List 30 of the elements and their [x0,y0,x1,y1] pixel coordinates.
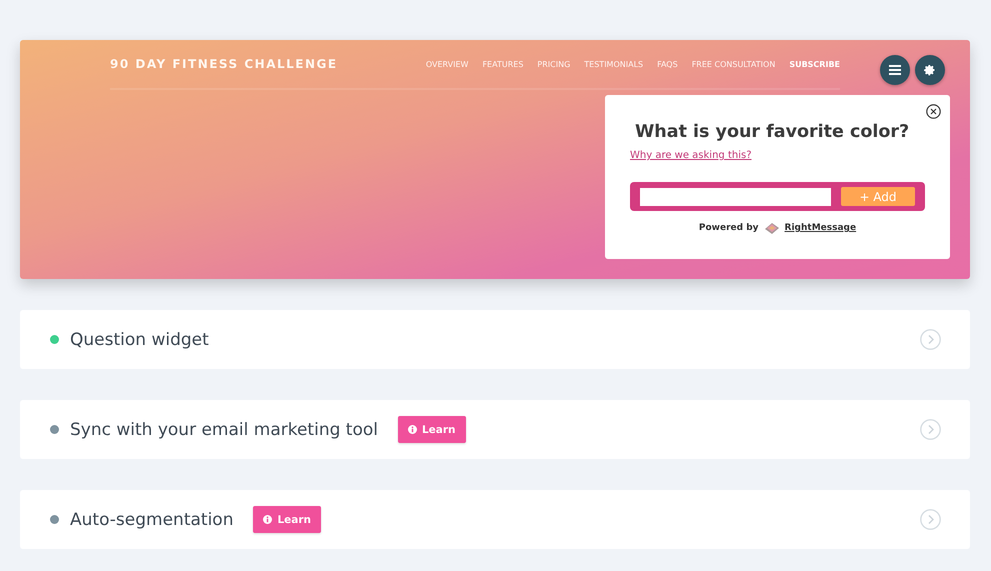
brand-link[interactable]: RightMessage [784,223,856,233]
feature-row[interactable]: Auto-segmentation Learn [20,490,970,549]
menu-button[interactable] [880,55,910,85]
settings-icon [924,64,936,76]
site-title: 90 DAY FITNESS CHALLENGE [110,57,338,71]
answer-field[interactable] [640,188,831,206]
add-button[interactable]: + Add [841,187,915,206]
info-icon [263,515,272,524]
nav-link[interactable]: SUBSCRIBE [789,60,840,68]
question-title: What is your favorite color? [635,122,910,142]
menu-icon [889,65,901,75]
nav-link[interactable]: PRICING [537,60,570,68]
feature-title: Auto-segmentation [70,510,234,530]
feature-title: Sync with your email marketing tool [70,420,378,440]
close-icon [926,104,941,119]
nav-link[interactable]: FREE CONSULTATION [692,60,776,68]
learn-button[interactable]: Learn [398,416,466,443]
learn-button[interactable]: Learn [253,506,322,533]
nav-link[interactable]: TESTIMONIALS [584,60,644,68]
nav-link[interactable]: OVERVIEW [426,60,468,68]
feature-row[interactable]: Sync with your email marketing tool Learn [20,400,970,459]
nav-link[interactable]: FAQS [657,60,678,68]
settings-button[interactable] [915,55,945,85]
info-icon [408,425,417,434]
close-button[interactable] [926,104,941,119]
feature-title: Question widget [70,330,209,350]
why-link[interactable]: Why are we asking this? [630,150,752,161]
powered-by-label: Powered by [698,223,759,233]
feature-row[interactable]: Question widget [20,310,970,369]
nav-link[interactable]: FEATURES [482,60,524,68]
